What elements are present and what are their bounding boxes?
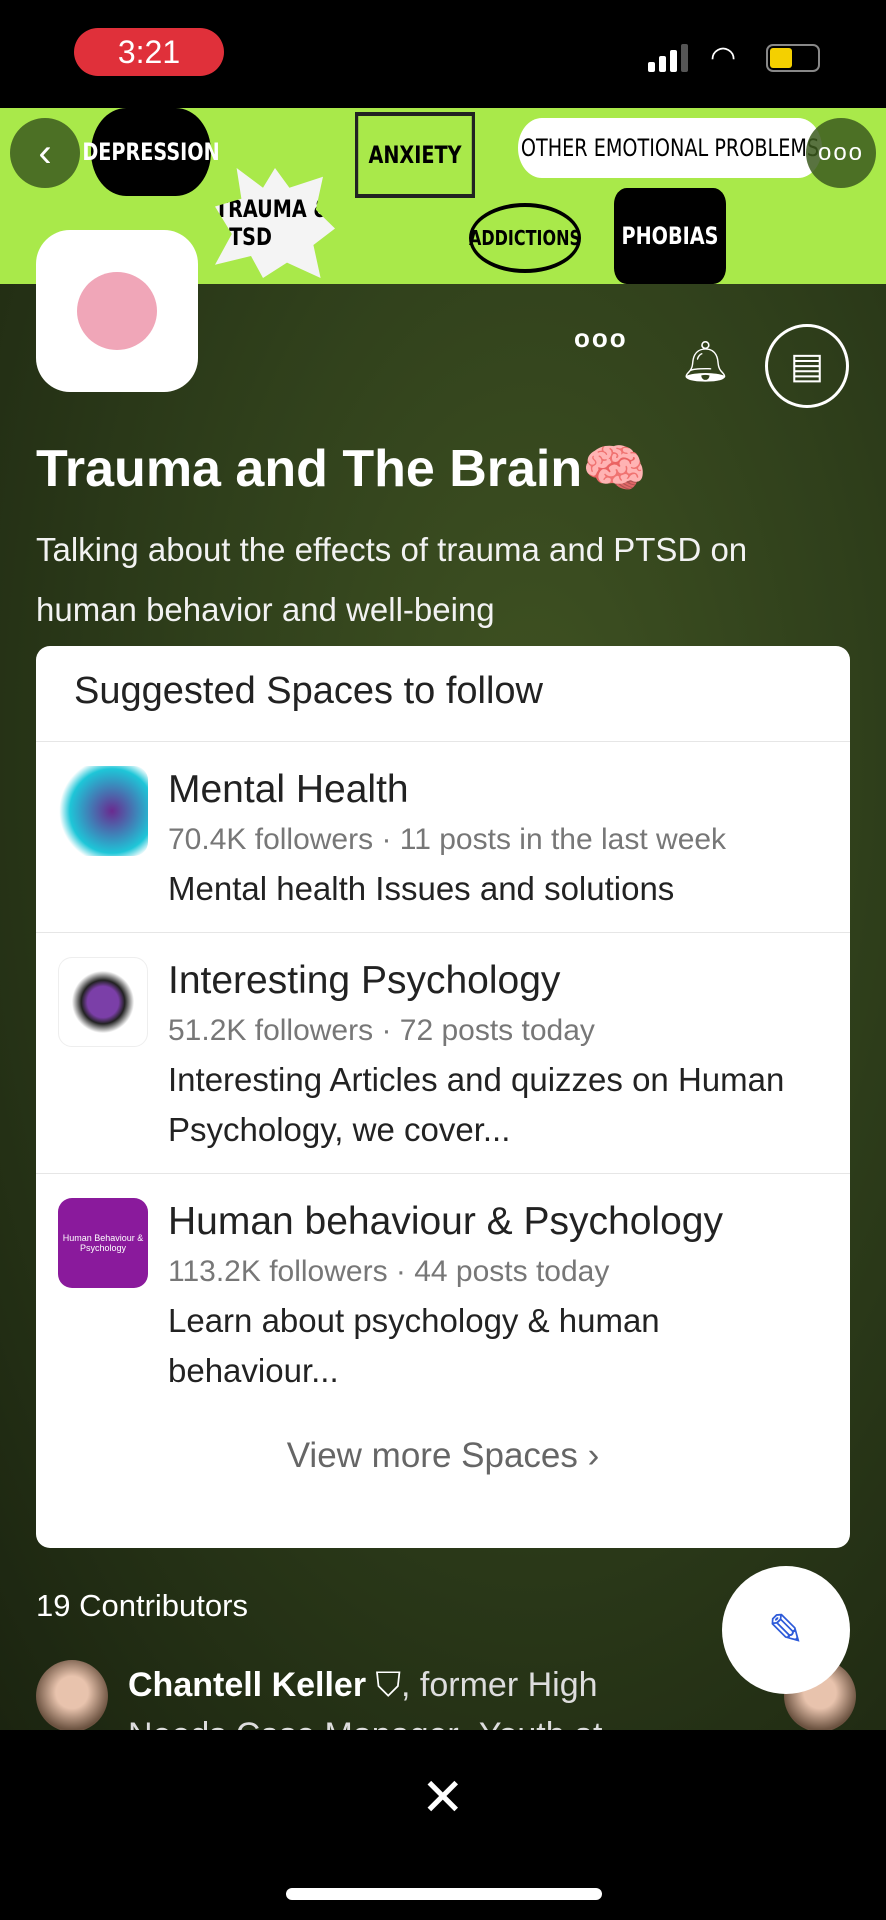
space-icon: Human Behaviour & Psychology — [58, 1198, 148, 1288]
shield-icon: ⛉ — [375, 1666, 402, 1704]
follow-space-button[interactable]: ▤ — [765, 324, 849, 408]
status-bar: 3:21 ◠ — [0, 0, 886, 108]
list-item[interactable]: Human Behaviour & Psychology Human behav… — [36, 1174, 850, 1414]
battery-icon — [766, 44, 820, 72]
space-name: Mental Health — [168, 768, 409, 811]
wifi-icon: ◠ — [710, 41, 737, 74]
space-desc: Mental health Issues and solutions — [168, 870, 675, 907]
contributor-item[interactable]: Chantell Keller ⛉, former High Needs Cas… — [36, 1660, 602, 1730]
ellipsis-button[interactable]: ooo — [574, 323, 628, 354]
contributor-name: Chantell Keller — [128, 1666, 367, 1704]
banner-word: OTHER EMOTIONAL PROBLEMS — [518, 118, 822, 178]
space-name: Human behaviour & Psychology — [168, 1200, 723, 1243]
page-title: Trauma and The Brain🧠 — [36, 440, 647, 498]
view-more-spaces-link[interactable]: View more Spaces › — [36, 1414, 850, 1476]
compose-button[interactable]: ✎ — [722, 1566, 850, 1694]
bell-icon: 🔔︎ — [680, 340, 731, 384]
home-indicator — [286, 1888, 602, 1900]
avatar — [36, 1660, 108, 1730]
ellipsis-icon: ooo — [574, 323, 628, 353]
close-icon: ✕ — [421, 1769, 465, 1827]
space-name: Interesting Psychology — [168, 959, 561, 1002]
close-button[interactable]: ✕ — [421, 1768, 465, 1828]
space-meta: 51.2K followers · 72 posts today — [168, 1014, 595, 1047]
space-desc: Learn about psychology & human behaviour… — [168, 1302, 660, 1389]
space-icon — [58, 957, 148, 1047]
back-button[interactable]: ‹ — [10, 118, 80, 188]
followed-check-icon: ▤ — [789, 345, 824, 386]
banner-word: ADDICTIONS — [469, 203, 581, 273]
contributors-count: 19 Contributors — [36, 1588, 248, 1623]
space-desc: Interesting Articles and quizzes on Huma… — [168, 1061, 785, 1148]
banner-word: TRAUMA & PTSD — [215, 168, 335, 278]
contributor-credential-line2: Needs Case Manager- Youth at — [128, 1710, 602, 1730]
status-time: 3:21 — [74, 28, 224, 76]
chevron-left-icon: ‹ — [38, 130, 52, 175]
ellipsis-icon: ooo — [817, 139, 865, 166]
space-meta: 113.2K followers · 44 posts today — [168, 1255, 610, 1288]
signal-icon — [648, 44, 688, 72]
banner-word: ANXIETY — [355, 112, 475, 198]
contributor-credential: , former High — [401, 1666, 598, 1704]
card-header: Suggested Spaces to follow — [36, 646, 850, 742]
more-options-button[interactable]: ooo — [806, 118, 876, 188]
suggested-spaces-card: Suggested Spaces to follow Mental Health… — [36, 646, 850, 1548]
space-page: DEPRESSION TRAUMA & PTSD ANXIETY OTHER E… — [0, 108, 886, 1730]
list-item[interactable]: Interesting Psychology 51.2K followers ·… — [36, 933, 850, 1174]
pencil-icon: ✎ — [767, 1605, 805, 1655]
space-logo — [36, 230, 198, 392]
space-description: Talking about the effects of trauma and … — [36, 531, 748, 628]
space-meta: 70.4K followers · 11 posts in the last w… — [168, 823, 727, 856]
space-icon — [58, 766, 148, 856]
notifications-button[interactable]: 🔔︎ — [680, 338, 731, 385]
list-item[interactable]: Mental Health 70.4K followers · 11 posts… — [36, 742, 850, 933]
banner-word: DEPRESSION — [82, 108, 220, 196]
banner-word: PHOBIAS — [614, 188, 726, 284]
brain-icon — [77, 272, 157, 350]
